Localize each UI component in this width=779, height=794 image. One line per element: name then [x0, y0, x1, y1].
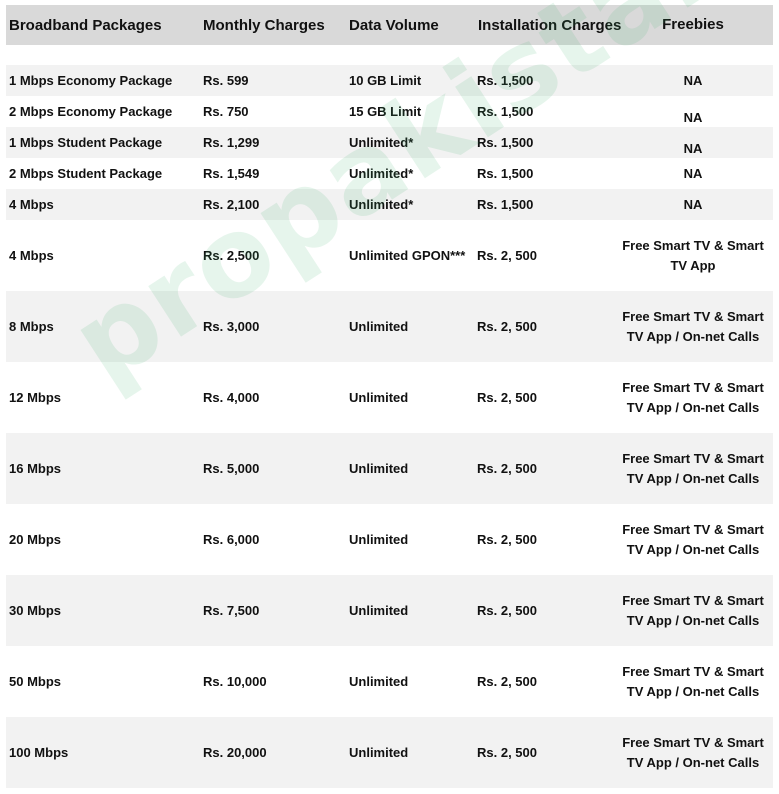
package-name-cell: 4 Mbps: [9, 197, 54, 212]
freebies-cell: NA: [683, 72, 703, 88]
installation-charges-cell: Rs. 2, 500: [477, 319, 537, 334]
monthly-charges-cell: Rs. 7,500: [203, 603, 260, 618]
monthly-charges-cell: Rs. 599: [203, 73, 249, 88]
table-row: 12 Mbps Rs. 4,000 Unlimited Rs. 2, 500 Free …: [6, 362, 773, 433]
freebies-cell: NA: [683, 165, 703, 181]
table-row: 50 Mbps Rs. 10,000 Unlimited Rs. 2, 500 Free…: [6, 646, 773, 717]
table-row: 100 Mbps Rs. 20,000 Unlimited Rs. 2, 500 Fre…: [6, 717, 773, 788]
data-volume-cell: Unlimited: [349, 461, 409, 476]
installation-charges-cell: Rs. 1,500: [477, 104, 534, 119]
installation-charges-cell: Rs. 2, 500: [477, 674, 537, 689]
freebies-cell: Free Smart TV & Smart TV App / On-net Ca…: [622, 734, 764, 770]
data-volume-cell: Unlimited: [349, 319, 409, 334]
installation-charges-cell: Rs. 2, 500: [477, 745, 537, 760]
data-volume-cell: 10 GB Limit: [349, 73, 422, 88]
monthly-charges-cell: Rs. 750: [203, 104, 249, 119]
table-row: 2 Mbps Student Package Rs. 1,549 Unlimited…: [6, 158, 773, 189]
installation-charges-cell: Rs. 1,500: [477, 166, 534, 181]
data-volume-cell: Unlimited: [349, 603, 409, 618]
table-row: 30 Mbps Rs. 7,500 Unlimited Rs. 2, 500 Free …: [6, 575, 773, 646]
table-row: 8 Mbps Rs. 3,000 Unlimited Rs. 2, 500 Free S…: [6, 291, 773, 362]
freebies-cell: Free Smart TV & Smart TV App / On-net Ca…: [622, 308, 764, 344]
freebies-cell: Free Smart TV & Smart TV App: [622, 237, 764, 273]
header-broadband-packages: Broadband Packages: [9, 16, 162, 34]
package-name-cell: 12 Mbps: [9, 390, 62, 405]
freebies-cell: Free Smart TV & Smart TV App / On-net Ca…: [622, 663, 764, 699]
installation-charges-cell: Rs. 2, 500: [477, 390, 537, 405]
monthly-charges-cell: Rs. 5,000: [203, 461, 260, 476]
package-name-cell: 1 Mbps Student Package: [9, 135, 163, 150]
monthly-charges-cell: Rs. 4,000: [203, 390, 260, 405]
installation-charges-cell: Rs. 1,500: [477, 135, 534, 150]
monthly-charges-cell: Rs. 1,299: [203, 135, 260, 150]
freebies-cell: Free Smart TV & Smart TV App / On-net Ca…: [622, 379, 764, 415]
table-row: 1 Mbps Economy Package Rs. 599 10 GB Limit…: [6, 65, 773, 96]
broadband-packages-table: Broadband Packages Monthly Charges Data …: [6, 5, 773, 788]
header-installation-charges: Installation Charges: [478, 16, 622, 34]
monthly-charges-cell: Rs. 6,000: [203, 532, 260, 547]
header-monthly-charges: Monthly Charges: [203, 16, 325, 34]
data-volume-cell: Unlimited*: [349, 135, 414, 150]
data-volume-cell: Unlimited: [349, 745, 409, 760]
installation-charges-cell: Rs. 2, 500: [477, 603, 537, 618]
freebies-cell: NA: [683, 196, 703, 212]
package-name-cell: 2 Mbps Economy Package: [9, 104, 173, 119]
data-volume-cell: Unlimited: [349, 674, 409, 689]
package-name-cell: 50 Mbps: [9, 674, 62, 689]
freebies-cell: Free Smart TV & Smart TV App / On-net Ca…: [622, 521, 764, 557]
freebies-cell: NA: [683, 109, 703, 125]
installation-charges-cell: Rs. 1,500: [477, 73, 534, 88]
freebies-cell: Free Smart TV & Smart TV App / On-net Ca…: [622, 592, 764, 628]
data-volume-cell: Unlimited*: [349, 197, 414, 212]
package-name-cell: 16 Mbps: [9, 461, 62, 476]
installation-charges-cell: Rs. 1,500: [477, 197, 534, 212]
data-volume-cell: 15 GB Limit: [349, 104, 422, 119]
data-volume-cell: Unlimited GPON***: [349, 248, 466, 263]
data-volume-cell: Unlimited: [349, 390, 409, 405]
monthly-charges-cell: Rs. 2,500: [203, 248, 260, 263]
freebies-cell: NA: [683, 140, 703, 156]
table-row: 1 Mbps Student Package Rs. 1,299 Unlimited…: [6, 127, 773, 158]
data-volume-cell: Unlimited*: [349, 166, 414, 181]
data-volume-cell: Unlimited: [349, 532, 409, 547]
table-row: 4 Mbps Rs. 2,500 Unlimited GPON*** Rs. 2, 5…: [6, 220, 773, 291]
table-row: 20 Mbps Rs. 6,000 Unlimited Rs. 2, 500 Free …: [6, 504, 773, 575]
package-name-cell: 100 Mbps: [9, 745, 69, 760]
table-row: 16 Mbps Rs. 5,000 Unlimited Rs. 2, 500 Free …: [6, 433, 773, 504]
package-name-cell: 30 Mbps: [9, 603, 62, 618]
installation-charges-cell: Rs. 2, 500: [477, 461, 537, 476]
monthly-charges-cell: Rs. 3,000: [203, 319, 260, 334]
package-name-cell: 4 Mbps: [9, 248, 54, 263]
package-name-cell: 2 Mbps Student Package: [9, 166, 163, 181]
header-data-volume: Data Volume: [349, 16, 439, 34]
table-row: 2 Mbps Economy Package Rs. 750 15 GB Limit…: [6, 96, 773, 127]
package-name-cell: 1 Mbps Economy Package: [9, 73, 173, 88]
package-name-cell: 8 Mbps: [9, 319, 54, 334]
table-header-row: Broadband Packages Monthly Charges Data …: [6, 5, 773, 45]
monthly-charges-cell: Rs. 20,000: [203, 745, 267, 760]
monthly-charges-cell: Rs. 1,549: [203, 166, 260, 181]
table-row: 4 Mbps Rs. 2,100 Unlimited* Rs. 1,500 NA: [6, 189, 773, 220]
installation-charges-cell: Rs. 2, 500: [477, 532, 537, 547]
header-freebies: Freebies: [662, 16, 724, 33]
package-name-cell: 20 Mbps: [9, 532, 62, 547]
header-spacer: [6, 45, 773, 65]
monthly-charges-cell: Rs. 10,000: [203, 674, 267, 689]
monthly-charges-cell: Rs. 2,100: [203, 197, 260, 212]
installation-charges-cell: Rs. 2, 500: [477, 248, 537, 263]
table-body: 1 Mbps Economy Package Rs. 599 10 GB Limit…: [6, 65, 773, 788]
freebies-cell: Free Smart TV & Smart TV App / On-net Ca…: [622, 450, 764, 486]
